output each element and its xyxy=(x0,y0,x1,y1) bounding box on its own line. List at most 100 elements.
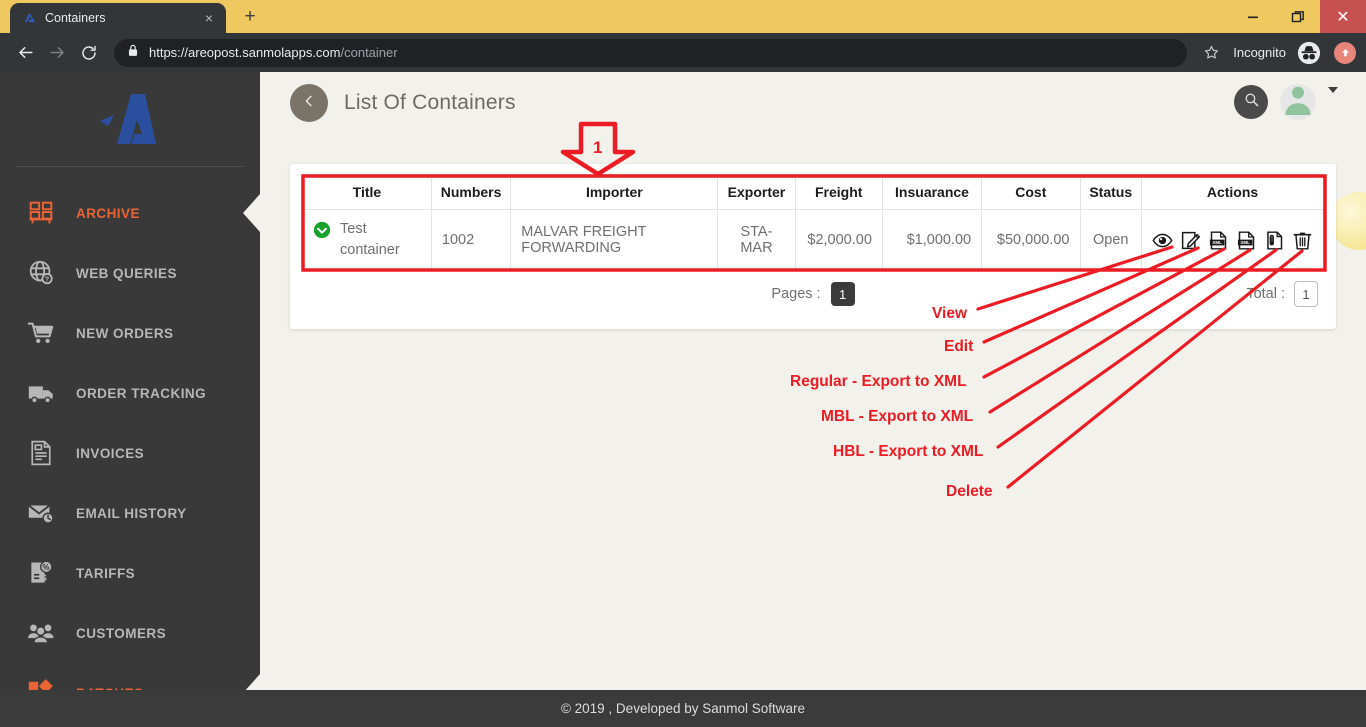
sidebar-nav: ARCHIVE ? WEB QUERIES NEW ORDERS ORDER T… xyxy=(0,167,260,723)
globe-question-icon: ? xyxy=(24,256,58,290)
edit-icon[interactable] xyxy=(1180,230,1201,251)
cell-title: Test container xyxy=(302,208,432,272)
window-controls: ✕ xyxy=(1230,0,1366,33)
user-avatar[interactable] xyxy=(1280,84,1316,120)
invoice-bill-icon xyxy=(24,436,58,470)
cell-exporter: STA-MAR xyxy=(717,208,796,272)
page-title: List Of Containers xyxy=(344,91,516,114)
sidebar-item-web-queries[interactable]: ? WEB QUERIES xyxy=(0,243,260,303)
search-button[interactable] xyxy=(1234,85,1268,119)
svg-text:%: % xyxy=(43,563,50,572)
column-header-freight[interactable]: Freight xyxy=(794,174,883,210)
sidebar-item-label: ORDER TRACKING xyxy=(76,385,207,401)
total-value: 1 xyxy=(1294,281,1318,308)
browser-titlebar: Containers × + ✕ xyxy=(0,0,1366,33)
cell-status: Open xyxy=(1079,208,1142,272)
chevron-left-icon xyxy=(301,93,317,114)
chevron-down-icon xyxy=(1328,87,1338,110)
pagination: Pages : 1 Total : 1 xyxy=(302,271,1324,317)
avatar-dropdown-button[interactable] xyxy=(1328,87,1338,111)
browser-tab[interactable]: Containers × xyxy=(10,3,226,33)
page-header: List Of Containers xyxy=(260,72,1366,134)
containers-card: Title Numbers Importer Exporter Freight … xyxy=(290,164,1336,330)
cell-numbers: 1002 xyxy=(430,208,512,272)
table-row: Test container 1002 MALVAR FREIGHT FORWA… xyxy=(302,208,1324,272)
envelope-clock-icon xyxy=(24,496,58,530)
delete-icon[interactable] xyxy=(1292,230,1313,251)
sidebar-item-archive[interactable]: ARCHIVE xyxy=(0,183,260,243)
xml-regular-icon[interactable]: XML xyxy=(1208,230,1229,251)
search-icon xyxy=(1243,91,1260,113)
tab-close-icon[interactable]: × xyxy=(200,9,218,27)
back-button[interactable] xyxy=(290,84,328,122)
header-actions xyxy=(1234,84,1338,120)
page-viewport: ARCHIVE ? WEB QUERIES NEW ORDERS ORDER T… xyxy=(0,72,1366,727)
bookmark-star-icon[interactable] xyxy=(1197,39,1225,67)
tab-favicon-icon xyxy=(22,11,37,26)
sidebar-item-label: TARIFFS xyxy=(76,565,136,581)
svg-text:?: ? xyxy=(45,275,50,284)
sidebar-item-new-orders[interactable]: NEW ORDERS xyxy=(0,303,260,363)
sidebar-item-invoices[interactable]: INVOICES xyxy=(0,423,260,483)
sidebar-item-label: WEB QUERIES xyxy=(76,265,177,281)
archive-shelf-icon xyxy=(24,196,58,230)
sidebar: ARCHIVE ? WEB QUERIES NEW ORDERS ORDER T… xyxy=(0,72,260,727)
svg-text:XML: XML xyxy=(1212,240,1222,245)
sidebar-item-label: EMAIL HISTORY xyxy=(76,505,187,521)
container-title: Test container xyxy=(340,221,400,259)
window-minimize-button[interactable] xyxy=(1230,0,1275,33)
sidebar-item-label: CUSTOMERS xyxy=(76,625,167,641)
svg-text:$: $ xyxy=(41,573,47,584)
sidebar-item-label: NEW ORDERS xyxy=(76,325,174,341)
cell-cost: $50,000.00 xyxy=(981,208,1081,272)
pages-group: Pages : 1 xyxy=(771,282,855,307)
column-header-numbers[interactable]: Numbers xyxy=(430,174,512,210)
profile-up-arrow-icon[interactable] xyxy=(1334,41,1356,64)
table-header-row: Title Numbers Importer Exporter Freight … xyxy=(302,174,1324,210)
new-tab-button[interactable]: + xyxy=(236,3,264,31)
window-restore-button[interactable] xyxy=(1275,0,1320,33)
main-content: List Of Containers Title Numbers Importe… xyxy=(260,72,1366,727)
column-header-cost[interactable]: Cost xyxy=(981,174,1081,210)
column-header-title[interactable]: Title xyxy=(302,174,432,210)
svg-text:XML: XML xyxy=(1240,240,1250,245)
sidebar-item-tariffs[interactable]: % $ TARIFFS xyxy=(0,543,260,603)
delivery-truck-icon xyxy=(24,376,58,410)
xml-hbl-icon[interactable] xyxy=(1264,230,1285,251)
reload-icon[interactable] xyxy=(74,38,104,68)
column-header-insuarance[interactable]: Insuarance xyxy=(881,174,983,210)
column-header-exporter[interactable]: Exporter xyxy=(717,174,796,210)
table-body: Test container 1002 MALVAR FREIGHT FORWA… xyxy=(302,208,1324,272)
xml-mbl-icon[interactable]: XML xyxy=(1236,230,1257,251)
incognito-icon[interactable] xyxy=(1296,40,1322,66)
total-group: Total : 1 xyxy=(1246,281,1318,308)
column-header-importer[interactable]: Importer xyxy=(510,174,719,210)
people-group-icon xyxy=(24,616,58,650)
back-arrow-icon[interactable] xyxy=(10,38,40,68)
cell-freight: $2,000.00 xyxy=(794,208,883,272)
sidebar-item-label: ARCHIVE xyxy=(76,205,140,221)
pages-label: Pages : xyxy=(771,286,821,303)
cell-importer: MALVAR FREIGHT FORWARDING xyxy=(510,208,719,272)
cell-insuarance: $1,000.00 xyxy=(881,208,983,272)
address-bar[interactable]: https://areopost.sanmolapps.com/containe… xyxy=(114,38,1188,67)
view-icon[interactable] xyxy=(1152,230,1173,251)
cell-actions: XML XML xyxy=(1141,208,1324,272)
forward-arrow-icon[interactable] xyxy=(42,38,72,68)
row-actions: XML XML xyxy=(1152,230,1313,251)
lock-icon xyxy=(127,44,139,62)
page-footer: © 2019 , Developed by Sanmol Software xyxy=(0,690,1366,727)
avatar xyxy=(1280,84,1316,120)
page-number-button[interactable]: 1 xyxy=(830,282,855,307)
browser-toolbar: https://areopost.sanmolapps.com/containe… xyxy=(0,33,1366,72)
window-close-button[interactable]: ✕ xyxy=(1320,0,1366,33)
sidebar-item-email-history[interactable]: EMAIL HISTORY xyxy=(0,483,260,543)
table-head: Title Numbers Importer Exporter Freight … xyxy=(302,174,1324,210)
green-check-circle-icon xyxy=(313,221,331,239)
sidebar-item-customers[interactable]: CUSTOMERS xyxy=(0,603,260,663)
column-header-actions: Actions xyxy=(1141,174,1324,210)
sidebar-item-order-tracking[interactable]: ORDER TRACKING xyxy=(0,363,260,423)
tab-strip: Containers × + xyxy=(0,0,264,33)
shopping-cart-icon xyxy=(24,316,58,350)
column-header-status[interactable]: Status xyxy=(1079,174,1142,210)
